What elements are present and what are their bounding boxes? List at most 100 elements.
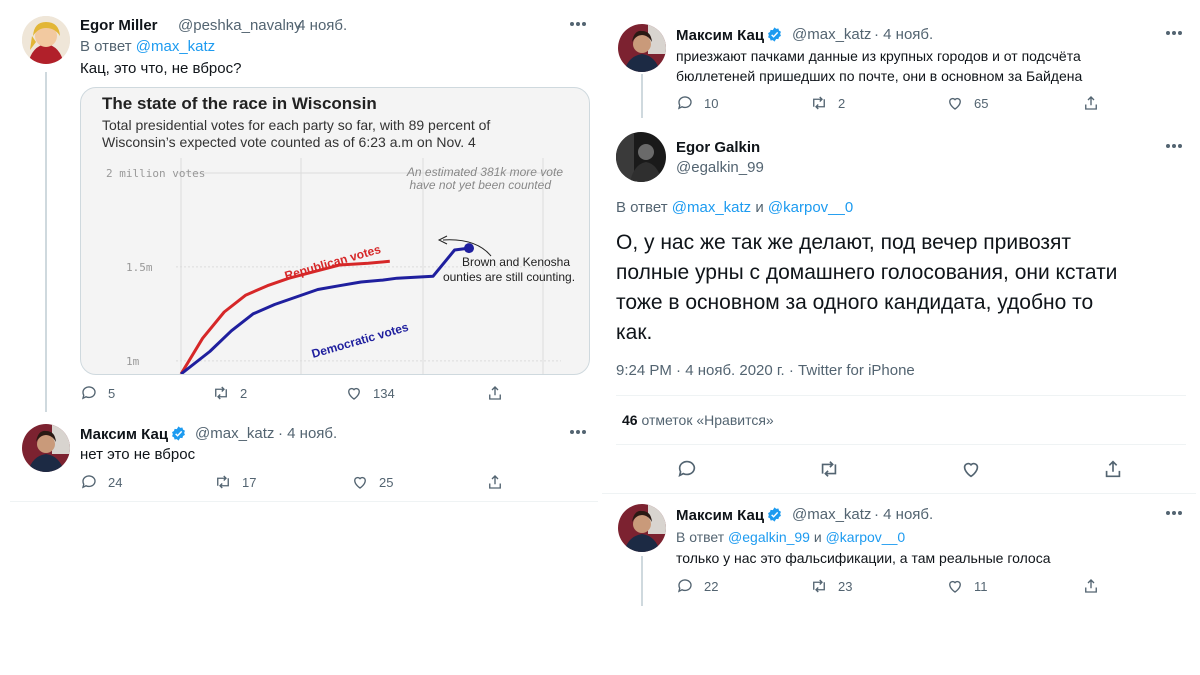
author-name[interactable]: Максим Кац — [676, 506, 783, 524]
heart-icon — [949, 580, 961, 593]
retweet-icon — [813, 96, 825, 110]
more-icon[interactable] — [1166, 143, 1184, 149]
chart-card[interactable]: The state of the race in Wisconsin Total… — [80, 87, 590, 375]
reply-button[interactable]: 5 — [80, 384, 115, 402]
share-icon — [1085, 96, 1097, 110]
share-icon — [489, 386, 501, 400]
retweet-button[interactable]: 17 — [214, 473, 256, 491]
reply-icon — [677, 579, 692, 593]
reply-mention[interactable]: @karpov__0 — [826, 529, 906, 545]
chart-tick-label: 2 million votes — [106, 167, 205, 180]
likes-count: 46 — [622, 412, 638, 428]
reply-count: 10 — [704, 95, 719, 111]
share-button[interactable] — [486, 384, 504, 402]
reply-button[interactable]: 22 — [676, 577, 718, 595]
reply-count: 5 — [108, 385, 116, 401]
chart-series-label: Democratic votes — [310, 320, 410, 361]
retweet-count: 2 — [240, 385, 248, 401]
reply-icon — [678, 460, 696, 477]
retweet-count: 2 — [838, 95, 846, 111]
share-button[interactable] — [1102, 458, 1124, 480]
heart-icon — [354, 476, 366, 489]
author-name[interactable]: Максим Кац — [676, 26, 783, 44]
thread-line — [45, 72, 47, 412]
author-handle[interactable]: @peshka_navalny — [178, 17, 302, 34]
reply-button[interactable]: 24 — [80, 473, 122, 491]
like-count: 25 — [379, 474, 394, 490]
reply-button[interactable]: 10 — [676, 94, 718, 112]
reply-mention[interactable]: @max_katz — [136, 38, 215, 55]
reply-and: и — [755, 199, 764, 216]
likes-summary[interactable]: 46 отметок «Нравится» — [622, 412, 774, 428]
avatar[interactable] — [616, 132, 666, 182]
reply-icon — [81, 475, 96, 489]
author-handle[interactable]: @max_katz — [195, 425, 274, 442]
heart-icon — [348, 387, 360, 400]
share-button[interactable] — [1082, 577, 1100, 595]
thread-line — [641, 74, 643, 118]
like-count: 134 — [373, 385, 395, 401]
more-icon[interactable] — [1166, 30, 1184, 36]
share-button[interactable] — [1082, 94, 1100, 112]
tweet-timestamp[interactable]: 9:24 PM · 4 нояб. 2020 г. · Twitter for … — [616, 362, 915, 379]
reply-prefix: В ответ — [616, 199, 668, 216]
more-icon[interactable] — [570, 21, 588, 27]
tweet-date[interactable]: · 4 нояб. — [288, 17, 347, 34]
tweet-date[interactable]: · 4 нояб. — [874, 506, 933, 523]
chart-annotation: have not yet been counted — [410, 178, 552, 192]
chart-tick-label: 1.5m — [126, 261, 153, 274]
chart-annotation: ounties are still counting. — [443, 270, 575, 284]
retweet-button[interactable]: 2 — [810, 94, 845, 112]
avatar[interactable] — [618, 504, 666, 552]
author-handle[interactable]: @max_katz — [792, 26, 871, 43]
author-name[interactable]: Максим Кац — [80, 425, 187, 443]
like-button[interactable]: 65 — [946, 94, 988, 112]
retweet-count: 23 — [838, 578, 853, 594]
like-button[interactable] — [960, 458, 982, 480]
avatar[interactable] — [618, 24, 666, 72]
reply-button[interactable] — [676, 458, 698, 480]
tweet-date[interactable]: · 4 нояб. — [874, 26, 933, 43]
like-button[interactable]: 134 — [345, 384, 395, 402]
reply-context: В ответ @max_katz — [80, 37, 215, 57]
like-button[interactable]: 25 — [351, 473, 393, 491]
reply-and: и — [813, 529, 822, 545]
reply-mention[interactable]: @karpov__0 — [768, 199, 853, 216]
more-icon[interactable] — [570, 429, 588, 435]
divider — [616, 444, 1186, 445]
tweet-text: только у нас это фальсификации, а там ре… — [676, 550, 1051, 566]
share-button[interactable] — [486, 473, 504, 491]
retweet-icon — [215, 386, 227, 400]
more-icon[interactable] — [1166, 510, 1184, 516]
reply-mention[interactable]: @max_katz — [672, 199, 751, 216]
divider — [616, 395, 1186, 396]
retweet-count: 17 — [242, 474, 257, 490]
author-name[interactable]: Egor Miller — [80, 17, 158, 34]
retweet-button[interactable] — [818, 458, 840, 480]
retweet-button[interactable]: 23 — [810, 577, 852, 595]
tweet-date[interactable]: · 4 нояб. — [278, 425, 337, 442]
retweet-icon — [821, 461, 837, 477]
retweet-icon — [813, 579, 825, 593]
reply-count: 24 — [108, 474, 123, 490]
divider — [602, 493, 1196, 494]
chart-plot: 2 million votes1.5m1mRepublican votesDem… — [106, 158, 575, 374]
main-tweet-text: О, у нас же так же делают, под вечер при… — [616, 231, 1118, 344]
retweet-icon — [217, 475, 229, 489]
avatar[interactable] — [22, 16, 70, 64]
retweet-button[interactable]: 2 — [212, 384, 247, 402]
reply-mention[interactable]: @egalkin_99 — [728, 529, 810, 545]
heart-icon — [949, 97, 961, 110]
author-handle[interactable]: @max_katz — [792, 506, 871, 523]
reply-icon — [677, 96, 692, 110]
share-icon — [1105, 460, 1121, 478]
chart-annotation: Brown and Kenosha — [462, 255, 570, 269]
like-button[interactable]: 11 — [946, 577, 988, 595]
share-icon — [1085, 579, 1097, 593]
likes-label: отметок «Нравится» — [641, 412, 774, 428]
like-count: 11 — [974, 578, 988, 594]
chart-annotation: An estimated 381k more vote — [406, 165, 563, 179]
author-handle[interactable]: @egalkin_99 — [676, 159, 764, 176]
author-name[interactable]: Egor Galkin — [676, 139, 760, 156]
avatar[interactable] — [22, 424, 70, 472]
